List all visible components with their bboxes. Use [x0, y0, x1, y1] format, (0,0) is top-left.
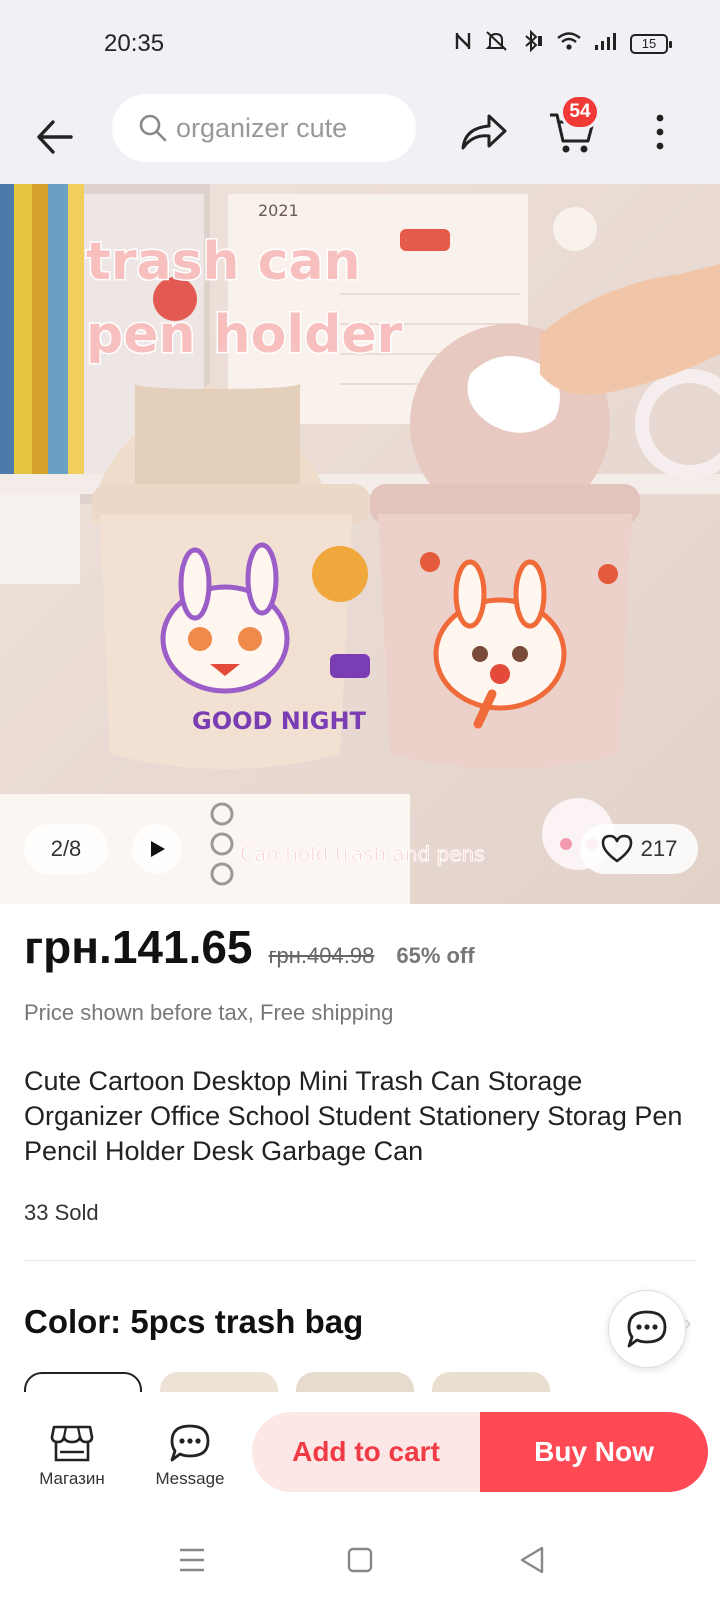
system-nav-bar: [0, 1520, 720, 1600]
tax-note: Price shown before tax, Free shipping: [24, 1000, 394, 1025]
overlay-caption: Can hold trash and pens: [240, 842, 485, 866]
triangle-back-icon: [520, 1546, 544, 1574]
overlay-title-line1: trash can: [86, 232, 361, 292]
status-time: 20:35: [104, 30, 165, 57]
product-title: Cute Cartoon Desktop Mini Trash Can Stor…: [24, 1066, 683, 1166]
image-counter: 2/8: [24, 824, 108, 874]
chevron-right-icon: ›: [684, 1310, 692, 1335]
overlay-title-line2: pen holder: [86, 305, 403, 365]
color-swatch-selected[interactable]: [24, 1372, 142, 1392]
mute-icon: [484, 30, 510, 58]
color-swatch[interactable]: [296, 1372, 414, 1392]
home-button[interactable]: [340, 1540, 380, 1580]
can-text: GOOD NIGHT: [192, 707, 367, 735]
status-icons: 15: [454, 29, 672, 58]
nfc-icon: [454, 30, 472, 58]
add-to-cart-button[interactable]: Add to cart: [252, 1412, 480, 1492]
battery-icon: 15: [630, 34, 672, 54]
color-swatches: [24, 1372, 720, 1392]
message-label: Message: [155, 1469, 225, 1488]
bluetooth-icon: [522, 29, 544, 58]
store-label: Магазин: [39, 1469, 105, 1488]
share-icon: [461, 114, 507, 150]
product-image-gallery[interactable]: 2021 GOOD NIGHT trash can pen holder Can…: [0, 184, 720, 904]
color-swatch[interactable]: [160, 1372, 278, 1392]
top-bar: organizer cute 54: [0, 90, 720, 184]
bottom-action-bar: Магазин Message Add to cart Buy Now: [0, 1392, 720, 1520]
search-placeholder: organizer cute: [176, 112, 348, 143]
signal-icon: [594, 30, 618, 58]
buy-now-button[interactable]: Buy Now: [480, 1412, 708, 1492]
search-icon: [139, 114, 167, 142]
play-video-button[interactable]: [132, 824, 182, 874]
recent-apps-button[interactable]: [172, 1540, 212, 1580]
current-price: грн.141.65: [24, 921, 253, 973]
arrow-left-icon: [37, 120, 73, 154]
calendar-year: 2021: [258, 201, 299, 220]
back-button[interactable]: [30, 112, 80, 162]
product-image: 2021 GOOD NIGHT trash can pen holder Can…: [0, 184, 720, 904]
price-row: грн.141.65 грн.404.98 65% off: [24, 920, 475, 974]
wifi-icon: [556, 30, 582, 58]
chat-bubble-icon: [627, 1310, 667, 1348]
color-swatch[interactable]: [432, 1372, 550, 1392]
share-button[interactable]: [456, 104, 512, 160]
store-icon: [50, 1425, 94, 1462]
search-input[interactable]: organizer cute: [112, 94, 416, 162]
play-icon: [151, 841, 165, 857]
message-icon: [170, 1424, 210, 1462]
store-button[interactable]: Магазин: [24, 1412, 120, 1500]
chat-fab-button[interactable]: [608, 1290, 686, 1368]
system-back-button[interactable]: [512, 1540, 552, 1580]
menu-icon: [180, 1548, 204, 1572]
square-icon: [347, 1547, 373, 1573]
discount-label: 65% off: [396, 943, 475, 968]
cart-badge: 54: [560, 94, 600, 130]
color-label: Color: 5pcs trash bag: [24, 1303, 364, 1340]
wishlist-count: 217: [640, 836, 678, 861]
sold-count: 33 Sold: [24, 1200, 99, 1225]
message-button[interactable]: Message: [142, 1412, 238, 1500]
heart-icon: [601, 834, 632, 863]
original-price: грн.404.98: [268, 943, 375, 968]
more-options-button[interactable]: [640, 104, 680, 160]
more-vertical-icon: [656, 114, 664, 150]
status-bar: 20:35 15: [0, 0, 720, 90]
wishlist-button[interactable]: 217: [580, 824, 698, 874]
divider: [24, 1260, 696, 1261]
